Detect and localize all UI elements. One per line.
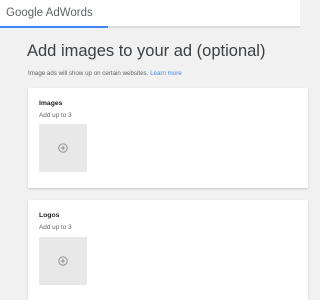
logos-card: Logos Add up to 3 (28, 200, 308, 300)
brand-google: Google (6, 7, 44, 19)
images-card: Images Add up to 3 (28, 88, 308, 188)
brand-product: AdWords (45, 7, 93, 19)
top-bar: Google AdWords (0, 0, 300, 27)
add-circle-icon (58, 143, 68, 153)
logos-section-hint: Add up to 3 (39, 224, 72, 231)
learn-more-link[interactable]: Learn more (150, 70, 182, 77)
subtitle-text: Image ads will show up on certain websit… (28, 70, 149, 77)
images-section-title: Images (39, 100, 63, 107)
progress-track (0, 26, 300, 28)
page-title: Add images to your ad (optional) (27, 42, 266, 60)
page-subtitle: Image ads will show up on certain websit… (28, 70, 182, 78)
images-section-hint: Add up to 3 (39, 112, 72, 119)
app-logo[interactable]: Google AdWords (6, 6, 93, 20)
add-circle-icon (58, 256, 68, 266)
logos-section-title: Logos (39, 212, 60, 219)
add-image-dropzone[interactable] (39, 124, 87, 172)
progress-fill (0, 26, 108, 28)
add-logo-dropzone[interactable] (39, 237, 87, 285)
